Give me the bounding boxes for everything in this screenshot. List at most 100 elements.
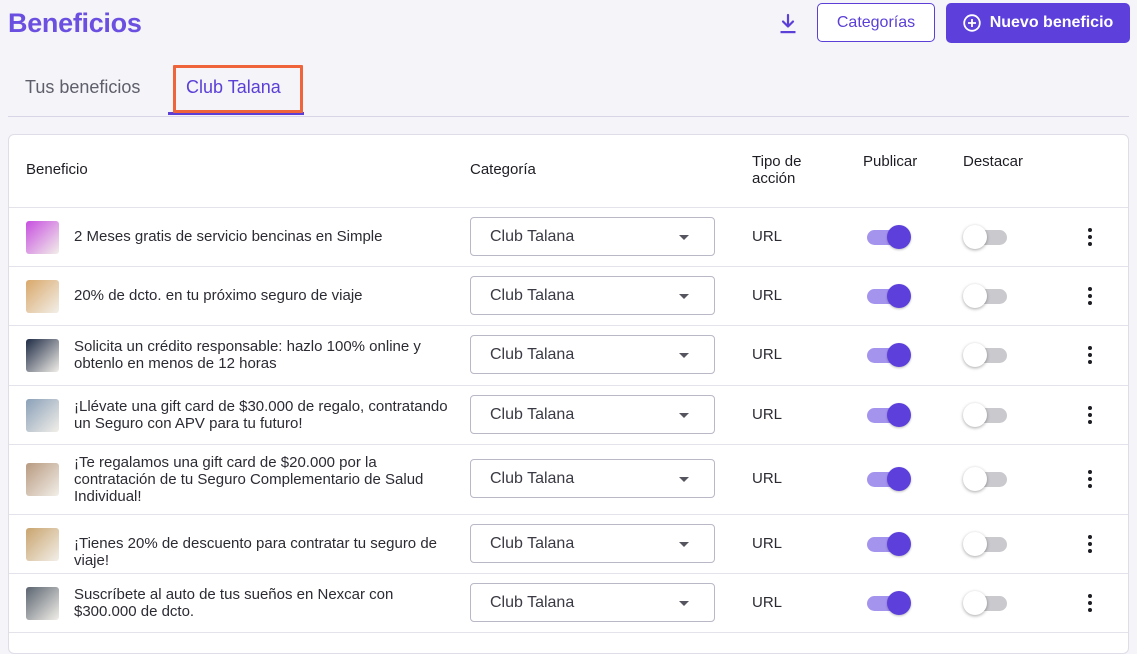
active-tab-indicator bbox=[168, 112, 304, 115]
benefit-title: ¡Te regalamos una gift card de $20.000 p… bbox=[74, 454, 424, 505]
publish-toggle-knob bbox=[887, 343, 911, 367]
category-select[interactable]: Club Talana bbox=[470, 395, 715, 434]
table-row: ¡Llévate una gift card de $30.000 de reg… bbox=[9, 385, 1128, 445]
publish-toggle-knob bbox=[887, 403, 911, 427]
table-row: ¡Tienes 20% de descuento para contratar … bbox=[9, 514, 1128, 574]
highlight-toggle-knob bbox=[963, 343, 987, 367]
caret-down-icon bbox=[679, 413, 689, 418]
highlight-toggle[interactable] bbox=[963, 591, 1007, 615]
more-options-icon[interactable] bbox=[1081, 532, 1099, 556]
table-row: 20% de dcto. en tu próximo seguro de via… bbox=[9, 266, 1128, 326]
category-select-value: Club Talana bbox=[490, 470, 575, 487]
action-type: URL bbox=[752, 535, 783, 552]
column-header-highlight: Destacar bbox=[963, 153, 1024, 170]
highlight-toggle-knob bbox=[963, 403, 987, 427]
more-options-icon[interactable] bbox=[1081, 284, 1099, 308]
highlight-toggle-knob bbox=[963, 532, 987, 556]
action-type: URL bbox=[752, 346, 783, 363]
benefit-title: 20% de dcto. en tu próximo seguro de via… bbox=[74, 287, 363, 304]
category-select-value: Club Talana bbox=[490, 228, 575, 245]
highlight-toggle[interactable] bbox=[963, 284, 1007, 308]
caret-down-icon bbox=[679, 542, 689, 547]
publish-toggle-knob bbox=[887, 467, 911, 491]
highlight-toggle[interactable] bbox=[963, 532, 1007, 556]
publish-toggle[interactable] bbox=[867, 343, 911, 367]
new-benefit-button[interactable]: Nuevo beneficio bbox=[946, 3, 1130, 43]
page-title: Beneficios bbox=[8, 8, 142, 38]
table-row: ¡Te regalamos una gift card de $20.000 p… bbox=[9, 444, 1128, 515]
action-type: URL bbox=[752, 228, 783, 245]
category-select-value: Club Talana bbox=[490, 287, 575, 304]
highlight-toggle[interactable] bbox=[963, 343, 1007, 367]
publish-toggle[interactable] bbox=[867, 467, 911, 491]
benefit-thumbnail bbox=[26, 528, 59, 561]
highlight-toggle[interactable] bbox=[963, 467, 1007, 491]
more-options-icon[interactable] bbox=[1081, 343, 1099, 367]
highlight-toggle[interactable] bbox=[963, 225, 1007, 249]
more-options-icon[interactable] bbox=[1081, 467, 1099, 491]
benefit-title: Suscríbete al auto de tus sueños en Nexc… bbox=[74, 586, 394, 620]
benefits-table: Beneficio Categoría Tipo de acción Publi… bbox=[8, 134, 1129, 654]
benefit-title: ¡Tienes 20% de descuento para contratar … bbox=[74, 535, 438, 569]
more-options-icon[interactable] bbox=[1081, 591, 1099, 615]
benefit-thumbnail bbox=[26, 463, 59, 496]
category-select-value: Club Talana bbox=[490, 346, 575, 363]
highlight-toggle-knob bbox=[963, 467, 987, 491]
tabs-bar: Tus beneficios Club Talana bbox=[8, 60, 1129, 117]
caret-down-icon bbox=[679, 353, 689, 358]
benefit-thumbnail bbox=[26, 339, 59, 372]
table-row: Suscríbete al auto de tus sueños en Nexc… bbox=[9, 573, 1128, 633]
category-select[interactable]: Club Talana bbox=[470, 459, 715, 498]
categories-button-label: Categorías bbox=[836, 13, 916, 31]
highlight-toggle-knob bbox=[963, 284, 987, 308]
benefit-thumbnail bbox=[26, 280, 59, 313]
category-select[interactable]: Club Talana bbox=[470, 524, 715, 563]
new-benefit-button-label: Nuevo beneficio bbox=[989, 14, 1114, 31]
category-select[interactable]: Club Talana bbox=[470, 583, 715, 622]
column-header-benefit: Beneficio bbox=[26, 161, 88, 178]
category-select-value: Club Talana bbox=[490, 406, 575, 423]
action-type: URL bbox=[752, 287, 783, 304]
publish-toggle-knob bbox=[887, 591, 911, 615]
publish-toggle[interactable] bbox=[867, 591, 911, 615]
caret-down-icon bbox=[679, 294, 689, 299]
publish-toggle-knob bbox=[887, 532, 911, 556]
benefit-title: 2 Meses gratis de servicio bencinas en S… bbox=[74, 228, 383, 245]
action-type: URL bbox=[752, 470, 783, 487]
category-select[interactable]: Club Talana bbox=[470, 217, 715, 256]
category-select[interactable]: Club Talana bbox=[470, 335, 715, 374]
more-options-icon[interactable] bbox=[1081, 403, 1099, 427]
table-row: Solicita un crédito responsable: hazlo 1… bbox=[9, 325, 1128, 386]
benefit-thumbnail bbox=[26, 399, 59, 432]
benefit-title: ¡Llévate una gift card de $30.000 de reg… bbox=[74, 398, 448, 432]
publish-toggle[interactable] bbox=[867, 284, 911, 308]
action-type: URL bbox=[752, 406, 783, 423]
caret-down-icon bbox=[679, 601, 689, 606]
more-options-icon[interactable] bbox=[1081, 225, 1099, 249]
caret-down-icon bbox=[679, 235, 689, 240]
highlight-toggle-knob bbox=[963, 225, 987, 249]
benefit-title: Solicita un crédito responsable: hazlo 1… bbox=[74, 338, 421, 372]
download-button[interactable] bbox=[773, 10, 803, 38]
tab-club-talana[interactable]: Club Talana bbox=[186, 77, 281, 98]
category-select-value: Club Talana bbox=[490, 535, 575, 552]
categories-button[interactable]: Categorías bbox=[817, 3, 935, 42]
tab-your-benefits[interactable]: Tus beneficios bbox=[25, 77, 140, 98]
highlight-toggle[interactable] bbox=[963, 403, 1007, 427]
category-select-value: Club Talana bbox=[490, 594, 575, 611]
highlight-toggle-knob bbox=[963, 591, 987, 615]
column-header-publish: Publicar bbox=[863, 153, 918, 170]
publish-toggle[interactable] bbox=[867, 225, 911, 249]
publish-toggle[interactable] bbox=[867, 403, 911, 427]
column-header-action-type: Tipo de acción bbox=[752, 153, 802, 187]
publish-toggle[interactable] bbox=[867, 532, 911, 556]
action-type: URL bbox=[752, 594, 783, 611]
table-header: Beneficio Categoría Tipo de acción Publi… bbox=[9, 135, 1128, 208]
table-row: 2 Meses gratis de servicio bencinas en S… bbox=[9, 207, 1128, 267]
column-header-category: Categoría bbox=[470, 161, 536, 178]
caret-down-icon bbox=[679, 477, 689, 482]
publish-toggle-knob bbox=[887, 284, 911, 308]
category-select[interactable]: Club Talana bbox=[470, 276, 715, 315]
publish-toggle-knob bbox=[887, 225, 911, 249]
plus-circle-icon bbox=[963, 14, 981, 32]
